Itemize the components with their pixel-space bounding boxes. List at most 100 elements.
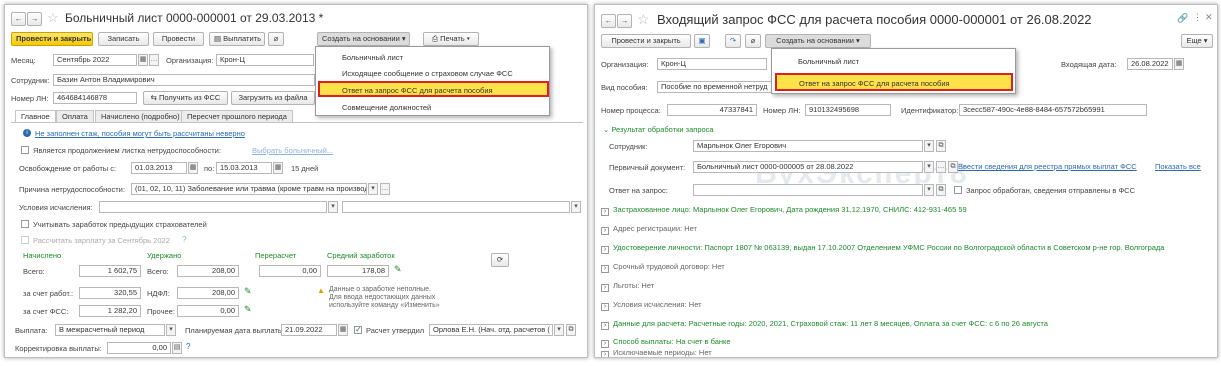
employee-field[interactable]: Базин Антон Владимирович: [53, 74, 315, 86]
release-from-field[interactable]: 01.03.2013: [131, 162, 187, 174]
more-button[interactable]: Еще ▾: [1181, 34, 1213, 48]
open-icon[interactable]: ⧉: [936, 140, 946, 152]
calc-conditions-field[interactable]: [99, 201, 327, 213]
ln-number-field[interactable]: 464684146878: [53, 92, 137, 104]
ndfl-field[interactable]: 208,00: [177, 287, 239, 299]
refresh-button[interactable]: ⟳: [491, 253, 509, 267]
total-accrued-field[interactable]: 1 602,75: [79, 265, 141, 277]
select-button[interactable]: …: [936, 161, 946, 173]
ln-number-field[interactable]: 910132495698: [805, 104, 891, 116]
dropdown-icon[interactable]: ▾: [571, 201, 581, 213]
section-calc-data[interactable]: › Данные для расчета: Расчетные годы: 202…: [601, 319, 1048, 330]
section-insured-person[interactable]: › Застрахованное лицо: Марлынок Олег Егор…: [601, 205, 967, 216]
menu-item-outgoing-message[interactable]: Исходящее сообщение о страховом случае Ф…: [342, 69, 549, 78]
adjust-field[interactable]: 0,00: [107, 342, 171, 354]
pay-button[interactable]: ▤ Выплатить: [209, 32, 265, 46]
calendar-icon[interactable]: ▦: [273, 162, 283, 174]
calendar-icon[interactable]: ▦: [1174, 58, 1184, 70]
edit-pencil-icon[interactable]: ✎: [244, 304, 252, 315]
section-contract[interactable]: › Срочный трудовой договор: Нет: [601, 262, 725, 273]
create-based-on-button[interactable]: Создать на основании ▾: [765, 34, 871, 48]
section-payment-method[interactable]: › Способ выплаты: На счет в банке: [601, 337, 731, 348]
edit-pencil-icon[interactable]: ✎: [394, 264, 402, 275]
section-address[interactable]: › Адрес регистрации: Нет: [601, 224, 697, 235]
back-button[interactable]: ←: [601, 14, 616, 28]
menu-item-sick-leave[interactable]: Больничный лист: [798, 57, 1015, 66]
section-excluded-periods[interactable]: › Исключаемые периоды: Нет: [601, 348, 712, 357]
dropdown-icon[interactable]: ▾: [924, 161, 934, 173]
calculator-icon[interactable]: ▤: [172, 342, 182, 354]
menu-item-sick-leave[interactable]: Больничный лист: [342, 53, 549, 62]
withheld-total-field[interactable]: 208,00: [177, 265, 239, 277]
identifier-field[interactable]: 3cecc587-490c-4e88-8484-657572b65991: [959, 104, 1147, 116]
tab-payment[interactable]: Оплата: [56, 110, 94, 122]
close-icon[interactable]: ✕: [1205, 12, 1213, 23]
select-button[interactable]: …: [380, 183, 390, 195]
month-field[interactable]: Сентябрь 2022: [53, 54, 137, 66]
incoming-date-field[interactable]: 26.08.2022: [1127, 58, 1173, 70]
dropdown-icon[interactable]: ▾: [328, 201, 338, 213]
load-from-file-button[interactable]: Загрузить из файла: [231, 91, 315, 105]
calc-conditions-field-2[interactable]: [342, 201, 570, 213]
save-button[interactable]: Записать: [98, 32, 149, 46]
open-icon[interactable]: ⧉: [566, 324, 576, 336]
prev-insurers-checkbox[interactable]: [21, 220, 29, 228]
stage-warning-link[interactable]: Не заполнен стаж, пособия могут быть рас…: [35, 129, 245, 138]
processed-checkbox[interactable]: [954, 186, 962, 194]
approved-checkbox[interactable]: ✓: [354, 326, 362, 334]
post-and-close-button[interactable]: Провести и закрыть: [11, 32, 93, 46]
print-button[interactable]: ⎙ Печать ▾: [423, 32, 479, 46]
section-identity[interactable]: › Удостоверение личности: Паспорт 1807 № …: [601, 243, 1164, 254]
tab-main[interactable]: Главное: [15, 110, 56, 122]
calendar-icon[interactable]: ▦: [138, 54, 148, 66]
attach-button[interactable]: ⌀: [268, 32, 284, 46]
reply-field[interactable]: [693, 184, 923, 196]
open-icon[interactable]: ⧉: [936, 184, 946, 196]
dropdown-icon[interactable]: ▾: [924, 140, 934, 152]
choose-sick-link[interactable]: Выбрать больничный...: [252, 146, 333, 155]
get-from-fss-button[interactable]: ⇆ Получить из ФСС: [143, 91, 228, 105]
select-button[interactable]: …: [149, 54, 159, 66]
calendar-icon[interactable]: ▦: [188, 162, 198, 174]
favorite-star-icon[interactable]: ☆: [637, 11, 650, 28]
forward-button[interactable]: →: [617, 14, 632, 28]
menu-item-combined-positions[interactable]: Совмещение должностей: [342, 103, 549, 112]
more-vertical-icon[interactable]: ⋮: [1193, 12, 1202, 23]
section-benefits[interactable]: › Льготы: Нет: [601, 281, 654, 292]
help-icon[interactable]: ?: [186, 342, 190, 351]
tab-recalc-past[interactable]: Пересчет прошлого периода: [181, 110, 293, 122]
benefit-type-field[interactable]: Пособие по временной нетруд: [657, 81, 777, 93]
save-icon[interactable]: ▣: [694, 34, 710, 48]
open-icon[interactable]: ⧉: [948, 161, 958, 173]
release-to-field[interactable]: 15.03.2013: [216, 162, 272, 174]
dropdown-icon[interactable]: ▾: [166, 324, 176, 336]
menu-item-fss-reply-highlight[interactable]: Ответ на запрос ФСС для расчета пособия: [775, 73, 1013, 91]
employee-field[interactable]: Марлынок Олег Егорович: [693, 140, 923, 152]
post-and-close-button[interactable]: Провести и закрыть: [601, 34, 691, 48]
menu-item-fss-reply-highlight[interactable]: Ответ на запрос ФСС для расчета пособия: [318, 81, 549, 97]
calendar-icon[interactable]: ▦: [338, 324, 348, 336]
show-all-link[interactable]: Показать все: [1155, 162, 1201, 171]
forward-button[interactable]: →: [27, 12, 42, 26]
create-based-on-button[interactable]: Создать на основании ▾: [317, 32, 410, 46]
recalc-field[interactable]: 0,00: [259, 265, 321, 277]
continuation-checkbox[interactable]: [21, 146, 29, 154]
enter-registry-link[interactable]: Ввести сведения для реестра прямых выпла…: [958, 162, 1137, 171]
primary-doc-field[interactable]: Больничный лист 0000-000005 от 28.08.202…: [693, 161, 923, 173]
paperclip-icon[interactable]: ⌀: [745, 34, 761, 48]
section-calc-conditions[interactable]: › Условия исчисления: Нет: [601, 300, 702, 311]
back-button[interactable]: ←: [11, 12, 26, 26]
post-button[interactable]: Провести: [153, 32, 204, 46]
edit-pencil-icon[interactable]: ✎: [244, 286, 252, 297]
other-field[interactable]: 0,00: [177, 305, 239, 317]
organization-field[interactable]: Крон-Ц: [657, 58, 767, 70]
employer-field[interactable]: 320,55: [79, 287, 141, 299]
dropdown-icon[interactable]: ▾: [554, 324, 564, 336]
calc-salary-checkbox[interactable]: [21, 236, 29, 244]
approver-field[interactable]: Орлова Е.Н. (Нач. отд. расчетов (: [429, 324, 553, 336]
tab-accrued-detail[interactable]: Начислено (подробно): [95, 110, 186, 122]
payout-field[interactable]: В межрасчетный период: [55, 324, 165, 336]
avg-earnings-field[interactable]: 178,08: [327, 265, 389, 277]
result-section-header[interactable]: ⌄ Результат обработки запроса: [603, 125, 714, 134]
post-icon[interactable]: ↷: [725, 34, 741, 48]
